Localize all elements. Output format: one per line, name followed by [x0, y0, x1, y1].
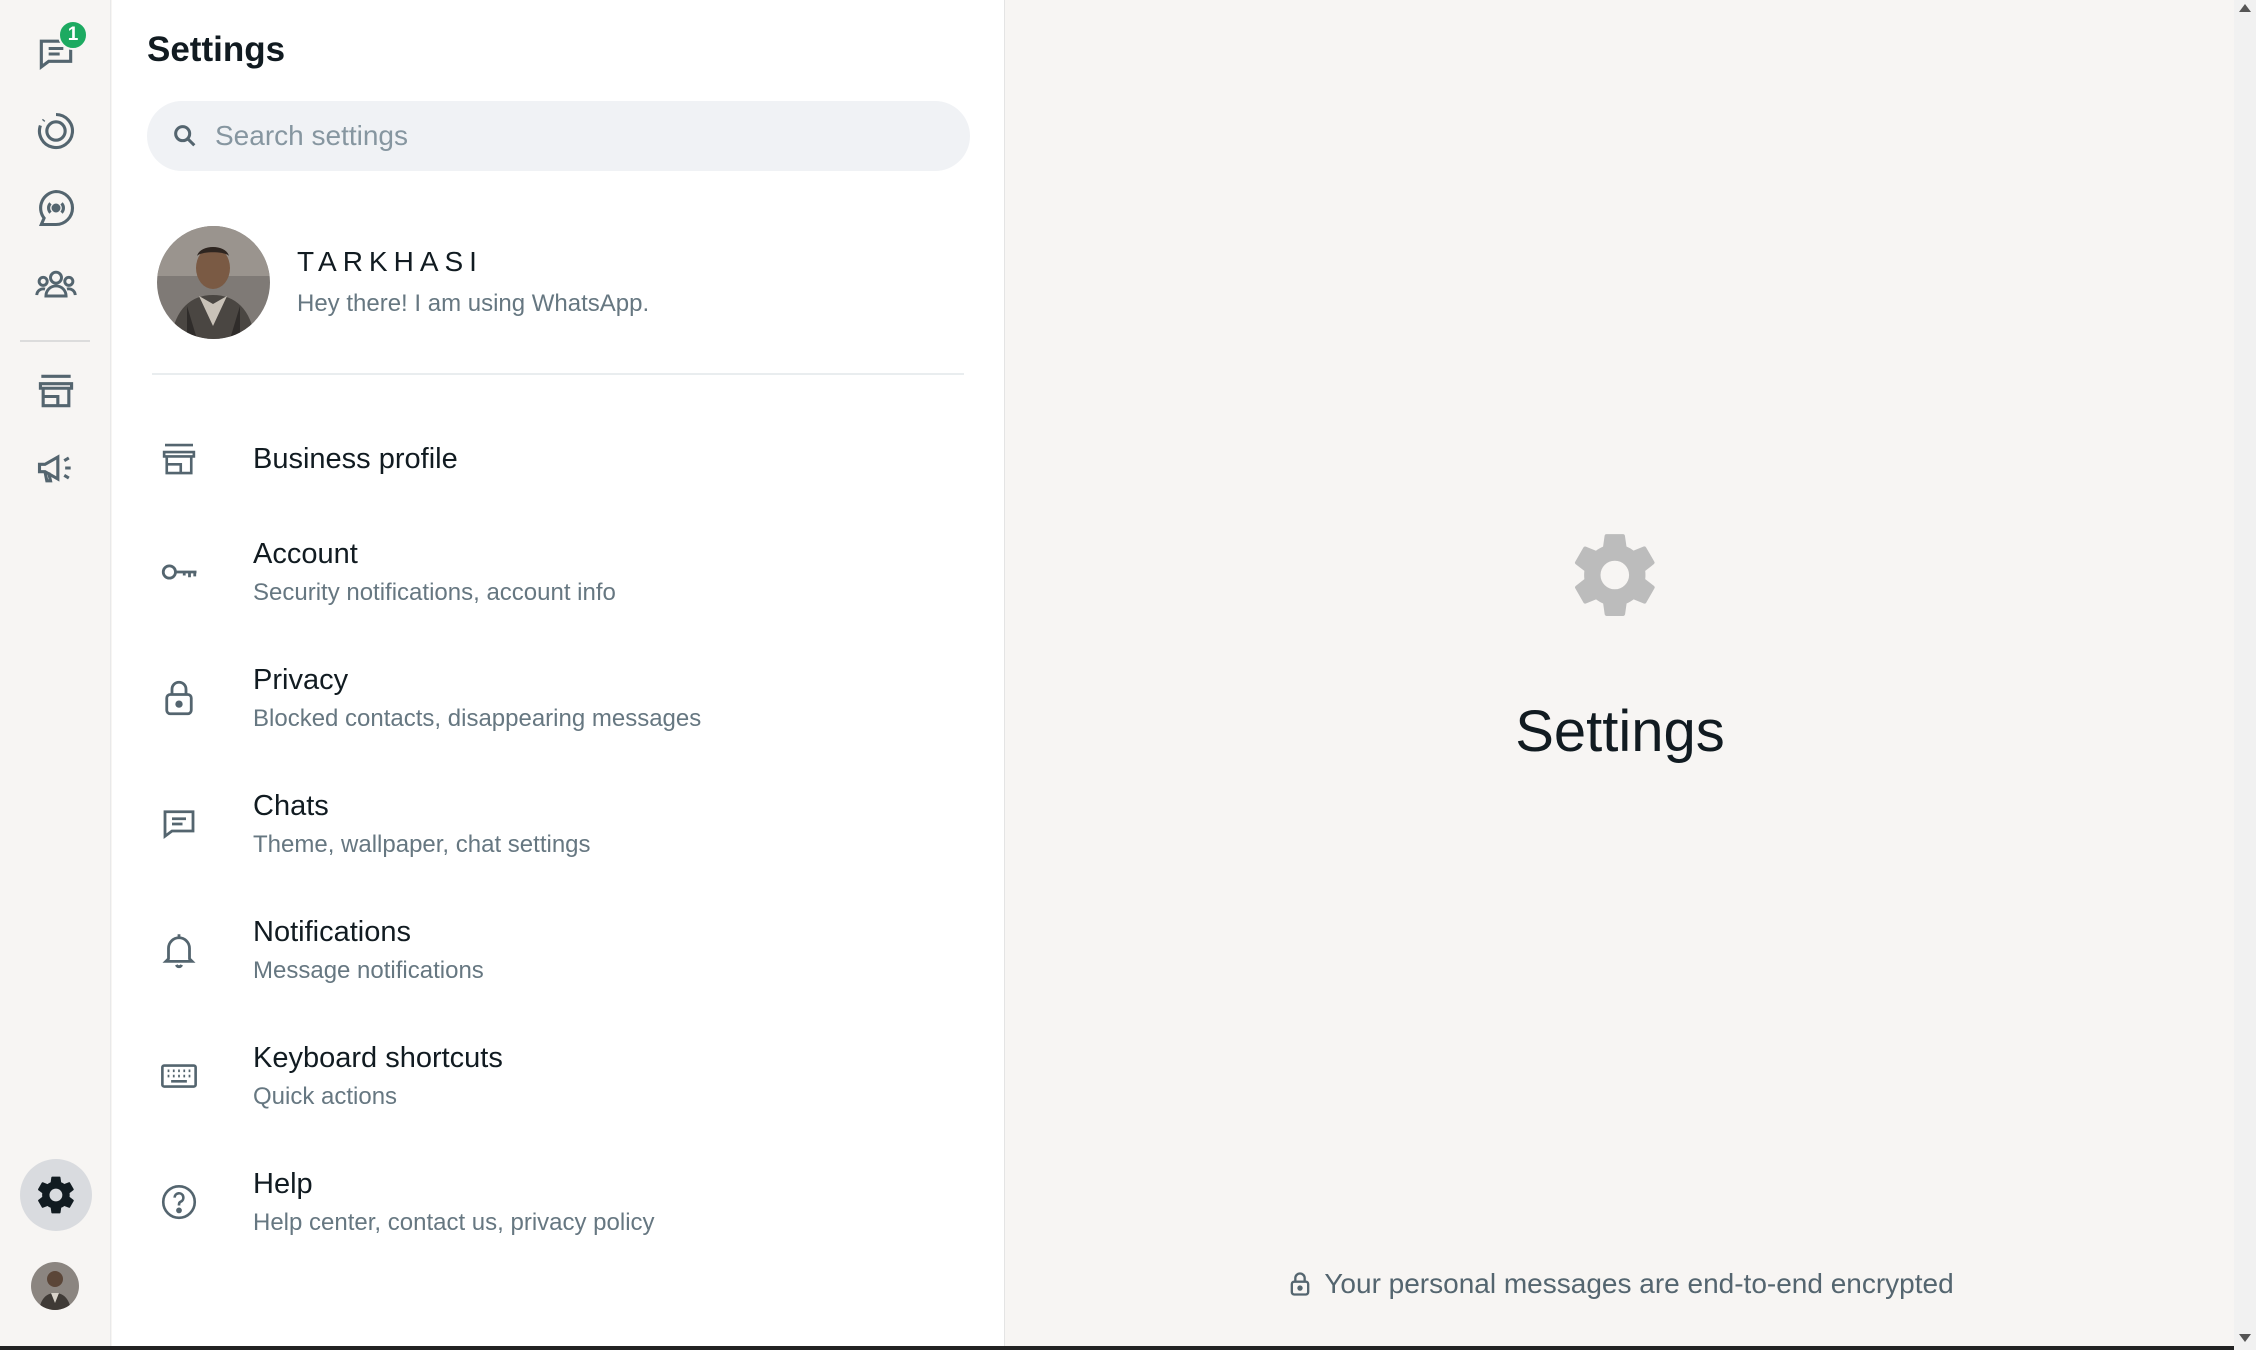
- gear-icon: [1574, 534, 1655, 616]
- menu-label: Account: [253, 537, 358, 570]
- search-input[interactable]: [215, 120, 915, 152]
- menu-sublabel: Blocked contacts, disappearing messages: [253, 704, 702, 732]
- key-icon: [161, 564, 197, 580]
- menu-item-account[interactable]: Account Security notifications, account …: [157, 517, 967, 627]
- menu-label: Keyboard shortcuts: [253, 1041, 503, 1074]
- window-scrollbar[interactable]: [2234, 0, 2256, 1350]
- communities-icon: [35, 270, 77, 298]
- unread-badge: 1: [58, 20, 88, 50]
- advertise-nav-button[interactable]: [20, 432, 92, 504]
- channels-icon: [38, 189, 75, 227]
- menu-sublabel: Quick actions: [253, 1082, 398, 1110]
- menu-item-business-profile[interactable]: Business profile: [157, 404, 967, 514]
- help-icon: [161, 1184, 197, 1220]
- profile-avatar[interactable]: [157, 225, 270, 339]
- channels-nav-button[interactable]: [20, 172, 92, 244]
- profile-divider: [152, 373, 964, 375]
- status-icon: [37, 112, 75, 149]
- menu-item-privacy[interactable]: Privacy Blocked contacts, disappearing m…: [157, 643, 967, 753]
- placeholder-title: Settings: [1515, 699, 1725, 764]
- menu-item-chats[interactable]: Chats Theme, wallpaper, chat settings: [157, 769, 967, 879]
- menu-label: Notifications: [253, 915, 411, 948]
- profile-avatar-small[interactable]: [31, 1262, 79, 1310]
- search-bar[interactable]: [147, 101, 970, 171]
- megaphone-icon: [37, 454, 71, 483]
- search-icon: [174, 125, 196, 147]
- communities-nav-button[interactable]: [20, 249, 92, 321]
- menu-sublabel: Message notifications: [253, 956, 484, 984]
- avatar-image: [31, 1262, 79, 1310]
- scroll-down-arrow-icon[interactable]: [2239, 1334, 2251, 1342]
- avatar-image: [157, 225, 270, 339]
- bell-icon: [162, 934, 196, 969]
- menu-item-help[interactable]: Help Help center, contact us, privacy po…: [157, 1147, 967, 1257]
- lock-icon: [165, 680, 193, 716]
- menu-label: Help: [253, 1167, 313, 1200]
- chat-icon: [163, 810, 195, 840]
- encryption-notice: Your personal messages are end-to-end en…: [1006, 1268, 2234, 1300]
- status-nav-button[interactable]: [20, 95, 92, 167]
- settings-panel: Settings TARKHASI Hey there! I am using …: [112, 0, 1005, 1350]
- panel-title: Settings: [147, 30, 286, 69]
- menu-item-notifications[interactable]: Notifications Message notifications: [157, 895, 967, 1005]
- settings-placeholder-pane: Settings Your personal messages are end-…: [1006, 0, 2234, 1350]
- store-icon: [162, 443, 196, 475]
- window-bottom-edge: [0, 1346, 2234, 1350]
- menu-label: Privacy: [253, 663, 349, 696]
- lock-icon: [1290, 1272, 1310, 1296]
- chats-nav-button[interactable]: 1: [20, 18, 92, 90]
- settings-nav-button[interactable]: [20, 1159, 92, 1231]
- menu-sublabel: Help center, contact us, privacy policy: [253, 1208, 655, 1236]
- menu-item-keyboard-shortcuts[interactable]: Keyboard shortcuts Quick actions: [157, 1021, 967, 1131]
- menu-label: Business profile: [253, 442, 458, 475]
- tools-nav-button[interactable]: [20, 355, 92, 427]
- menu-sublabel: Theme, wallpaper, chat settings: [253, 830, 591, 858]
- menu-label: Chats: [253, 789, 329, 822]
- encryption-text: Your personal messages are end-to-end en…: [1324, 1268, 1954, 1299]
- keyboard-icon: [161, 1064, 197, 1088]
- menu-sublabel: Security notifications, account info: [253, 578, 616, 606]
- gear-icon: [38, 1176, 74, 1214]
- scroll-up-arrow-icon[interactable]: [2239, 4, 2251, 12]
- store-icon: [38, 374, 74, 408]
- rail-divider: [20, 340, 90, 342]
- profile-card[interactable]: TARKHASI Hey there! I am using WhatsApp.: [157, 224, 957, 340]
- navigation-rail: 1: [0, 0, 111, 1350]
- profile-name: TARKHASI: [297, 246, 483, 277]
- profile-status: Hey there! I am using WhatsApp.: [297, 290, 650, 317]
- profile-text: TARKHASI Hey there! I am using WhatsApp.: [297, 246, 649, 318]
